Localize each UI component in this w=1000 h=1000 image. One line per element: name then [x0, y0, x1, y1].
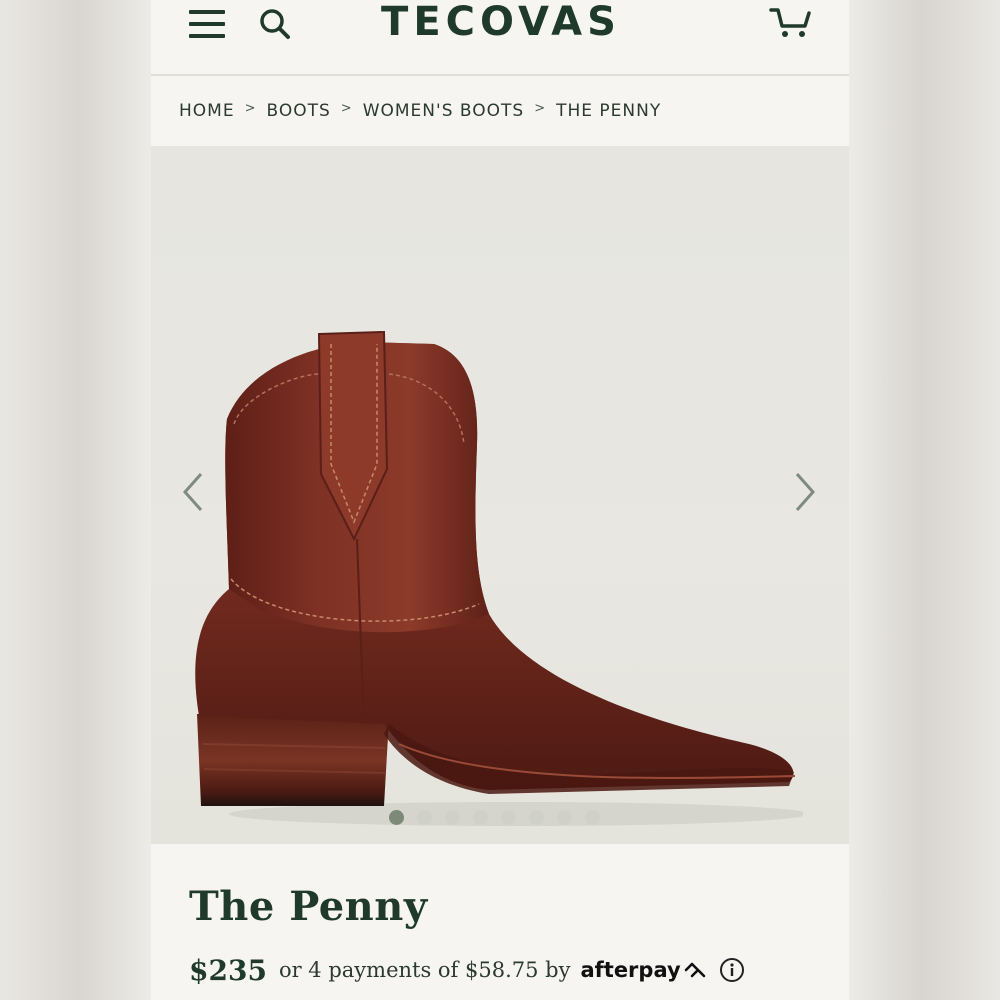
breadcrumb-separator: >	[340, 100, 353, 116]
search-icon[interactable]	[255, 4, 295, 44]
site-header: TECOVAS	[151, 0, 849, 76]
product-image-gallery[interactable]	[151, 146, 849, 844]
carousel-dot[interactable]	[417, 810, 432, 825]
afterpay-logo: afterpay	[580, 958, 706, 982]
chevron-right-icon[interactable]	[785, 462, 825, 522]
product-boot-image	[195, 330, 803, 826]
installments-text: or 4 payments of $58.75 by	[278, 958, 571, 982]
brand-logo[interactable]: TECOVAS	[351, 0, 651, 44]
breadcrumb-boots[interactable]: BOOTS	[266, 101, 330, 121]
breadcrumb-current: THE PENNY	[556, 101, 662, 121]
cart-icon[interactable]	[767, 2, 815, 42]
afterpay-badge-icon	[684, 962, 705, 978]
afterpay-label: afterpay	[580, 958, 681, 982]
info-icon[interactable]	[719, 957, 745, 983]
phone-screen: TECOVAS HOME > BOOTS > WOMEN'S BOOTS > T…	[151, 0, 849, 1000]
breadcrumb-womens-boots[interactable]: WOMEN'S BOOTS	[363, 101, 524, 121]
breadcrumb-separator: >	[244, 100, 257, 116]
carousel-dot-active[interactable]	[389, 810, 404, 825]
carousel-dot[interactable]	[473, 810, 488, 825]
carousel-dot[interactable]	[557, 810, 572, 825]
carousel-dot[interactable]	[585, 810, 600, 825]
carousel-dots	[389, 810, 600, 825]
breadcrumb: HOME > BOOTS > WOMEN'S BOOTS > THE PENNY	[151, 76, 849, 146]
product-title: The Penny	[189, 883, 428, 930]
breadcrumb-home[interactable]: HOME	[179, 101, 235, 121]
hamburger-menu-icon[interactable]	[185, 4, 229, 44]
breadcrumb-separator: >	[534, 100, 547, 116]
product-price: $235	[189, 953, 267, 987]
carousel-dot[interactable]	[445, 810, 460, 825]
carousel-dot[interactable]	[529, 810, 544, 825]
carousel-dot[interactable]	[501, 810, 516, 825]
price-row: $235 or 4 payments of $58.75 by afterpay	[189, 948, 745, 992]
